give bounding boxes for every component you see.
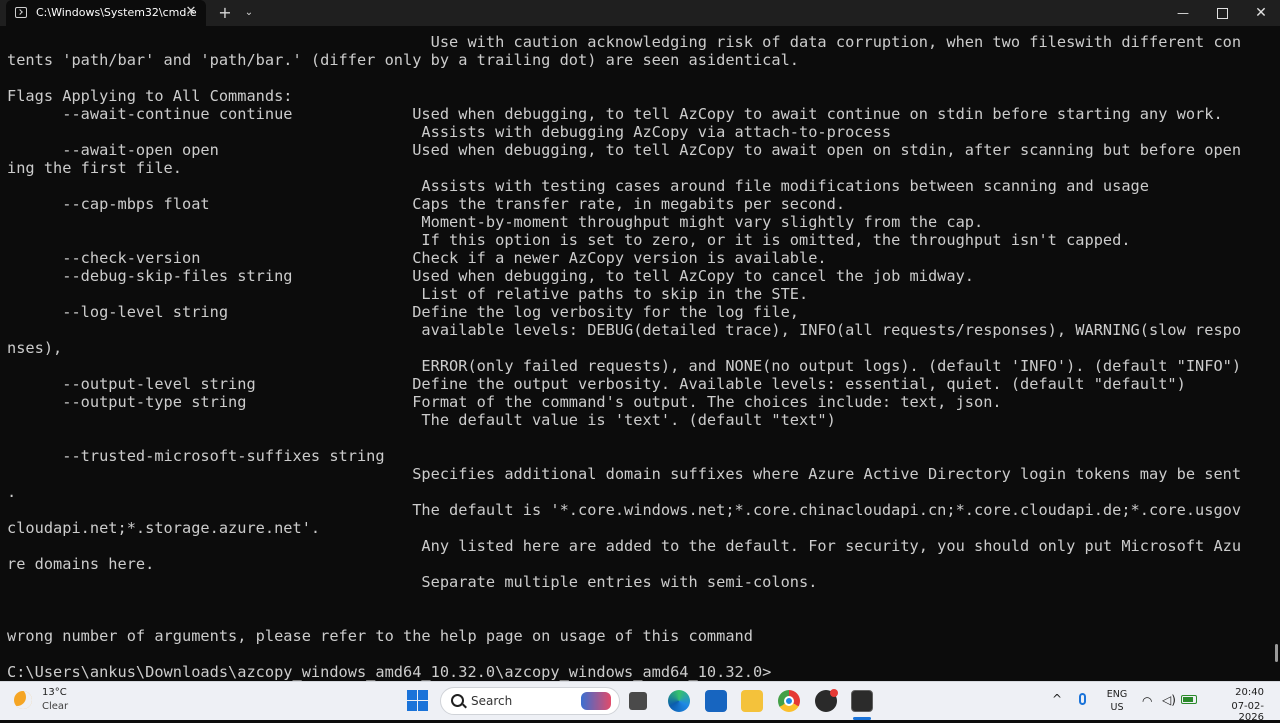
volume-icon[interactable]: ◁): [1162, 693, 1176, 707]
edge-icon[interactable]: [668, 690, 690, 712]
search-label: Search: [471, 694, 513, 708]
console-output: Use with caution acknowledging risk of d…: [7, 33, 1242, 681]
windows-logo-icon: [418, 701, 428, 711]
weather-condition: Clear: [42, 701, 69, 712]
tab-cmd[interactable]: C:\Windows\System32\cmd.e ✕: [6, 0, 206, 26]
new-tab-button[interactable]: +: [215, 3, 235, 23]
taskbar-search[interactable]: Search: [440, 687, 620, 715]
battery-icon[interactable]: [1181, 695, 1197, 704]
search-highlight-icon: [581, 692, 611, 710]
tray-chevron-icon[interactable]: ^: [1052, 692, 1062, 706]
clock-time[interactable]: 20:40: [1208, 687, 1264, 698]
tab-dropdown-button[interactable]: ⌄: [240, 3, 258, 23]
terminal-icon: [15, 7, 27, 18]
windows-logo-icon: [418, 690, 428, 700]
maximize-icon: [1216, 8, 1228, 19]
microphone-icon[interactable]: [1079, 693, 1086, 705]
console-area[interactable]: Use with caution acknowledging risk of d…: [0, 26, 1276, 681]
maximize-button[interactable]: [1203, 0, 1241, 26]
chrome-icon[interactable]: [778, 690, 800, 712]
scrollbar[interactable]: [1274, 26, 1280, 681]
scrollbar-thumb[interactable]: [1275, 644, 1278, 662]
folder-icon[interactable]: [741, 690, 763, 712]
close-button[interactable]: ✕: [1242, 0, 1280, 26]
taskbar: 13°C Clear Search ^ ENG US ◠ ◁) 20:40 07…: [0, 681, 1280, 723]
language-indicator[interactable]: ENG US: [1103, 688, 1131, 714]
language-code: ENG: [1106, 689, 1128, 700]
moon-icon: [14, 691, 32, 709]
tab-title: C:\Windows\System32\cmd.e: [36, 6, 197, 19]
windows-logo-icon: [407, 701, 417, 711]
tab-close-button[interactable]: ✕: [183, 4, 199, 20]
search-icon: [451, 694, 464, 707]
start-button[interactable]: [407, 690, 429, 712]
weather-temperature: 13°C: [42, 687, 67, 698]
terminal-icon[interactable]: [851, 690, 873, 712]
windows-logo-icon: [407, 690, 417, 700]
title-bar: C:\Windows\System32\cmd.e ✕ + ⌄ — ✕: [0, 0, 1280, 26]
region-code: US: [1110, 702, 1124, 713]
minimize-button[interactable]: —: [1164, 0, 1202, 26]
notification-badge: [830, 689, 838, 697]
task-view-icon[interactable]: [629, 692, 647, 710]
wifi-icon[interactable]: ◠: [1142, 694, 1152, 708]
store-icon[interactable]: [705, 690, 727, 712]
